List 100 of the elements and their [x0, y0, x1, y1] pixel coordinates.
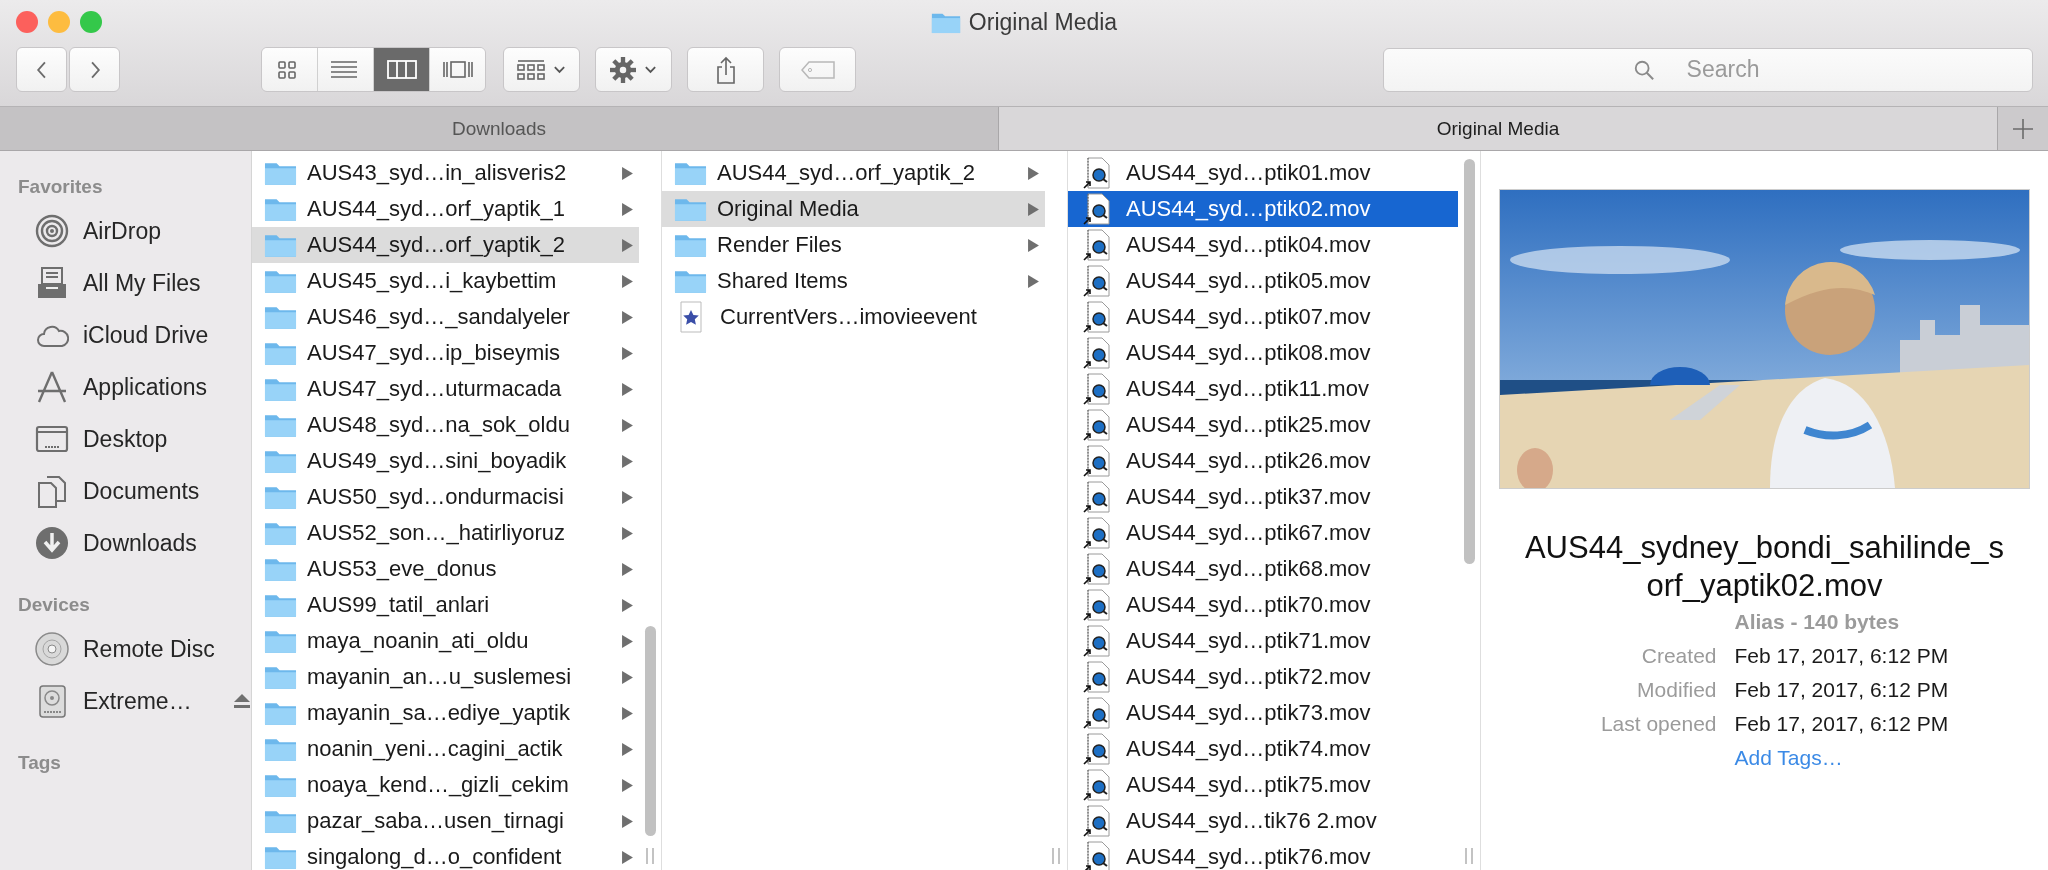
file-item[interactable]: AUS44_syd…ptik01.mov: [1068, 155, 1458, 191]
folder-item[interactable]: AUS50_syd…ondurmacisi: [252, 479, 639, 515]
file-item[interactable]: AUS44_syd…ptik04.mov: [1068, 227, 1458, 263]
file-item[interactable]: AUS44_syd…ptik11.mov: [1068, 371, 1458, 407]
folder-item[interactable]: mayanin_an…u_suslemesi: [252, 659, 639, 695]
eject-icon[interactable]: [233, 694, 250, 708]
file-item[interactable]: AUS44_syd…ptik74.mov: [1068, 731, 1458, 767]
tag-icon: [800, 60, 835, 79]
folder-item[interactable]: AUS44_syd…orf_yaptik_2: [252, 227, 639, 263]
folder-icon: [264, 520, 297, 546]
disclosure-arrow-icon: [622, 418, 633, 432]
folder-item[interactable]: AUS47_syd…uturmacada: [252, 371, 639, 407]
folder-item[interactable]: pazar_saba…usen_tirnagi: [252, 803, 639, 839]
sidebar-item[interactable]: AirDrop: [0, 205, 251, 257]
folder-item[interactable]: maya_noanin_ati_oldu: [252, 623, 639, 659]
folder-item[interactable]: noanin_yeni…cagini_actik: [252, 731, 639, 767]
resize-handle[interactable]: [646, 848, 654, 864]
folder-item[interactable]: AUS43_syd…in_alisveris2: [252, 155, 639, 191]
sidebar-item[interactable]: Desktop: [0, 413, 251, 465]
folder-item[interactable]: AUS49_syd…sini_boyadik: [252, 443, 639, 479]
folder-item[interactable]: AUS99_tatil_anlari: [252, 587, 639, 623]
action-button[interactable]: [595, 47, 672, 92]
file-item[interactable]: AUS44_syd…ptik26.mov: [1068, 443, 1458, 479]
sidebar-item[interactable]: Remote Disc: [0, 623, 251, 675]
folder-item[interactable]: mayanin_sa…ediye_yaptik: [252, 695, 639, 731]
folder-item[interactable]: singalong_d…o_confident: [252, 839, 639, 870]
file-item[interactable]: AUS44_syd…ptik73.mov: [1068, 695, 1458, 731]
grid-icon: [517, 58, 545, 81]
disclosure-arrow-icon: [1028, 274, 1039, 288]
movie-file-icon: [1083, 553, 1111, 585]
file-item[interactable]: AUS44_syd…ptik68.mov: [1068, 551, 1458, 587]
folder-item[interactable]: Original Media: [662, 191, 1045, 227]
search-field[interactable]: Search: [1383, 47, 2033, 92]
info-label: Last opened: [1599, 711, 1717, 737]
movie-file-icon: [1083, 517, 1111, 549]
folder-item[interactable]: Render Files: [662, 227, 1045, 263]
sidebar-item[interactable]: All My Files: [0, 257, 251, 309]
view-columns-button[interactable]: [374, 48, 430, 91]
file-item[interactable]: AUS44_syd…ptik07.mov: [1068, 299, 1458, 335]
sidebar-item[interactable]: Extreme…: [0, 675, 251, 727]
disclosure-arrow-icon: [622, 670, 633, 684]
file-item[interactable]: AUS44_syd…ptik08.mov: [1068, 335, 1458, 371]
minimize-button[interactable]: [48, 11, 70, 33]
tab[interactable]: Downloads: [0, 107, 999, 150]
file-item[interactable]: AUS44_syd…ptik70.mov: [1068, 587, 1458, 623]
file-item[interactable]: AUS44_syd…ptik71.mov: [1068, 623, 1458, 659]
share-button[interactable]: [687, 47, 764, 92]
file-item[interactable]: AUS44_syd…ptik75.mov: [1068, 767, 1458, 803]
resize-handle[interactable]: [1052, 848, 1060, 864]
folder-icon: [264, 196, 297, 222]
folder-item[interactable]: AUS45_syd…i_kaybettim: [252, 263, 639, 299]
folder-item[interactable]: Shared Items: [662, 263, 1045, 299]
zoom-button[interactable]: [80, 11, 102, 33]
disclosure-arrow-icon: [622, 634, 633, 648]
forward-button[interactable]: [69, 47, 120, 92]
view-icons-button[interactable]: [262, 48, 318, 91]
folder-item[interactable]: AUS48_syd…na_sok_oldu: [252, 407, 639, 443]
folder-icon: [264, 592, 297, 618]
folder-item[interactable]: AUS52_son…_hatirliyoruz: [252, 515, 639, 551]
resize-handle[interactable]: [1465, 848, 1473, 864]
folder-item[interactable]: AUS47_syd…ip_biseymis: [252, 335, 639, 371]
folder-icon: [264, 844, 297, 870]
disclosure-arrow-icon: [622, 310, 633, 324]
folder-icon: [674, 196, 707, 222]
file-item[interactable]: CurrentVers…imovieevent: [662, 299, 1045, 335]
add-tags-link[interactable]: Add Tags…: [1734, 741, 1843, 775]
disclosure-arrow-icon: [622, 814, 633, 828]
movie-file-icon: [1083, 193, 1111, 225]
view-gallery-button[interactable]: [430, 48, 485, 91]
disclosure-arrow-icon: [622, 454, 633, 468]
folder-icon: [264, 484, 297, 510]
arrange-button[interactable]: [503, 47, 580, 92]
file-item[interactable]: AUS44_syd…ptik76.mov: [1068, 839, 1458, 870]
file-item[interactable]: AUS44_syd…ptik37.mov: [1068, 479, 1458, 515]
sidebar-item[interactable]: Documents: [0, 465, 251, 517]
tab[interactable]: Original Media: [999, 107, 1998, 150]
folder-item[interactable]: AUS46_syd…_sandalyeler: [252, 299, 639, 335]
new-tab-button[interactable]: [1998, 107, 2048, 150]
folder-item[interactable]: noaya_kend…_gizli_cekim: [252, 767, 639, 803]
scroll-thumb[interactable]: [1463, 159, 1475, 564]
folder-item[interactable]: AUS44_syd…orf_yaptik_1: [252, 191, 639, 227]
sidebar-item[interactable]: Applications: [0, 361, 251, 413]
close-button[interactable]: [16, 11, 38, 33]
folder-item[interactable]: AUS44_syd…orf_yaptik_2: [662, 155, 1045, 191]
view-list-button[interactable]: [318, 48, 374, 91]
sidebar-item[interactable]: Downloads: [0, 517, 251, 569]
disclosure-arrow-icon: [1028, 202, 1039, 216]
scroll-thumb[interactable]: [644, 626, 656, 836]
file-item[interactable]: AUS44_syd…ptik67.mov: [1068, 515, 1458, 551]
view-mode-control[interactable]: [261, 47, 486, 92]
back-button[interactable]: [16, 47, 67, 92]
file-item[interactable]: AUS44_syd…tik76 2.mov: [1068, 803, 1458, 839]
sidebar-item[interactable]: iCloud Drive: [0, 309, 251, 361]
disclosure-arrow-icon: [1028, 238, 1039, 252]
file-item[interactable]: AUS44_syd…ptik02.mov: [1068, 191, 1458, 227]
disclosure-arrow-icon: [622, 346, 633, 360]
folder-item[interactable]: AUS53_eve_donus: [252, 551, 639, 587]
file-item[interactable]: AUS44_syd…ptik05.mov: [1068, 263, 1458, 299]
file-item[interactable]: AUS44_syd…ptik72.mov: [1068, 659, 1458, 695]
file-item[interactable]: AUS44_syd…ptik25.mov: [1068, 407, 1458, 443]
